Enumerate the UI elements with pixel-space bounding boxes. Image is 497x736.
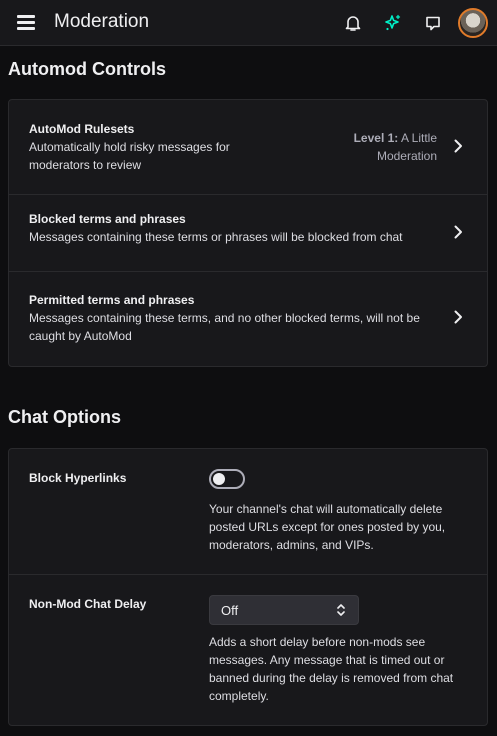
permitted-terms-row[interactable]: Permitted terms and phrases Messages con… — [9, 272, 487, 366]
automod-section-title: Automod Controls — [8, 59, 166, 79]
rulesets-title: AutoMod Rulesets — [29, 122, 135, 136]
blocked-terms-row[interactable]: Blocked terms and phrases Messages conta… — [9, 195, 487, 272]
chat-options-section-title: Chat Options — [8, 407, 121, 427]
permitted-terms-desc: Messages containing these terms, and no … — [29, 311, 420, 343]
automod-rulesets-row[interactable]: AutoMod Rulesets Automatically hold risk… — [9, 100, 487, 195]
select-arrows-icon — [337, 604, 345, 616]
chat-delay-row: Non-Mod Chat Delay Off Adds a short dela… — [9, 575, 487, 726]
chat-delay-select[interactable]: Off — [209, 595, 359, 625]
bell-icon[interactable] — [342, 12, 364, 34]
block-hyperlinks-row: Block Hyperlinks Your channel's chat wil… — [9, 449, 487, 575]
chat-options-card: Block Hyperlinks Your channel's chat wil… — [8, 448, 488, 726]
rulesets-desc: Automatically hold risky messages for mo… — [29, 140, 230, 172]
avatar[interactable] — [458, 8, 488, 38]
chevron-right-icon — [454, 310, 462, 324]
permitted-terms-title: Permitted terms and phrases — [29, 293, 195, 307]
rulesets-level: Level 1: A Little Moderation — [353, 131, 437, 163]
block-hyperlinks-desc: Your channel's chat will automatically d… — [209, 502, 446, 552]
chat-delay-desc: Adds a short delay before non-mods see m… — [209, 635, 454, 703]
menu-icon[interactable] — [17, 15, 35, 31]
block-hyperlinks-label: Block Hyperlinks — [29, 471, 127, 485]
automod-card: AutoMod Rulesets Automatically hold risk… — [8, 99, 488, 367]
top-bar: Moderation — [0, 0, 497, 46]
chat-delay-value: Off — [221, 603, 239, 618]
sparkle-icon[interactable] — [382, 12, 404, 34]
whisper-icon[interactable] — [422, 12, 444, 34]
blocked-terms-desc: Messages containing these terms or phras… — [29, 230, 403, 244]
chat-delay-label: Non-Mod Chat Delay — [29, 597, 147, 611]
chevron-right-icon — [454, 225, 462, 239]
blocked-terms-title: Blocked terms and phrases — [29, 212, 186, 226]
page-title: Moderation — [54, 11, 150, 32]
block-hyperlinks-toggle[interactable] — [209, 469, 245, 489]
chevron-right-icon — [454, 139, 462, 153]
